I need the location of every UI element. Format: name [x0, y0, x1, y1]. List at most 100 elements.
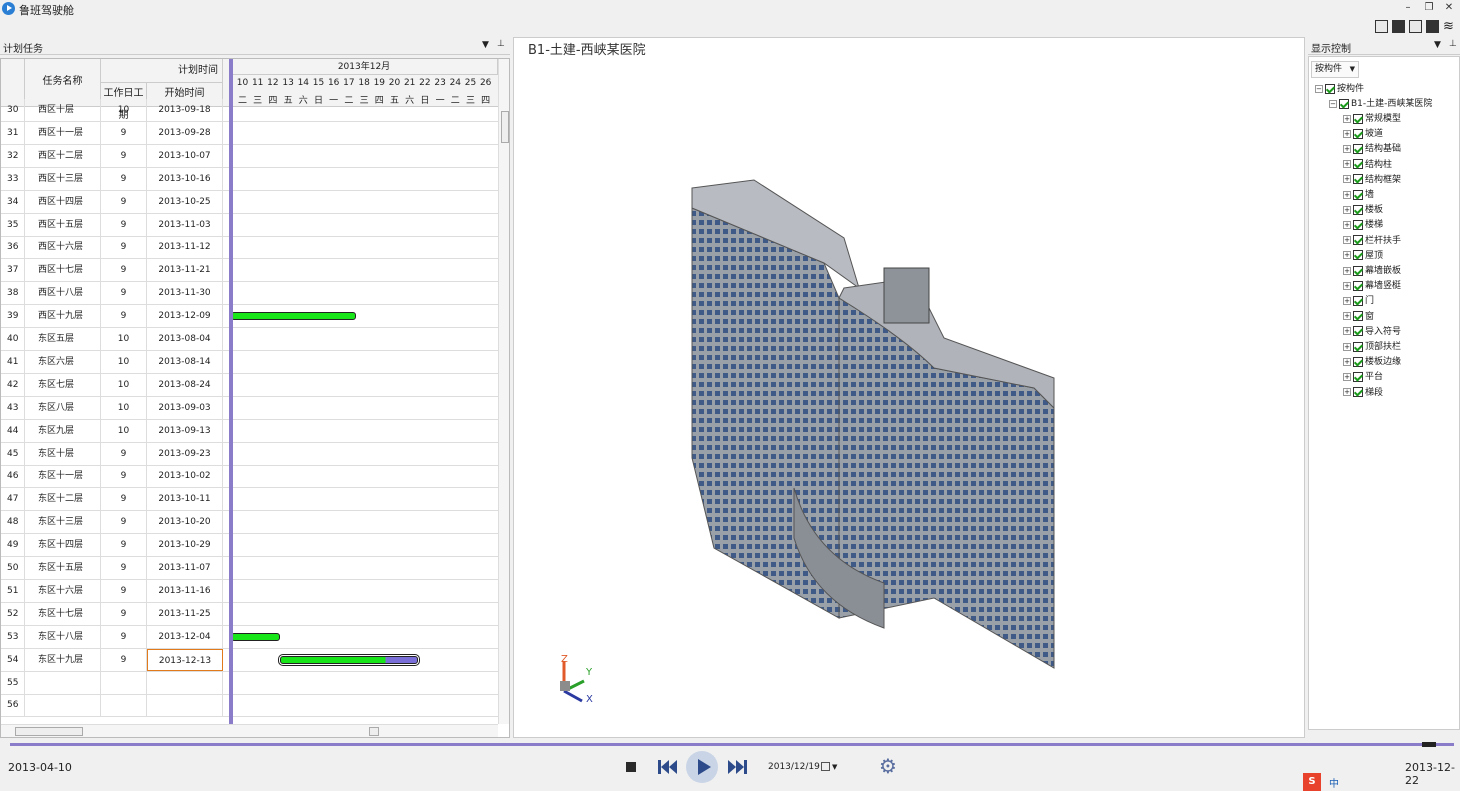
- checkbox[interactable]: [1353, 326, 1363, 337]
- checkbox[interactable]: [1353, 295, 1363, 306]
- expand-icon[interactable]: +: [1343, 388, 1351, 397]
- tree-item[interactable]: + 屋顶: [1343, 249, 1383, 263]
- task-name-cell[interactable]: 东区十八层: [25, 625, 101, 648]
- checkbox[interactable]: [1339, 98, 1349, 109]
- dropdown-icon[interactable]: ▼: [482, 40, 489, 50]
- task-name-cell[interactable]: 西区十五层: [25, 213, 101, 236]
- window-icon[interactable]: [1409, 20, 1422, 33]
- expand-icon[interactable]: +: [1343, 281, 1351, 290]
- start-time-cell[interactable]: 2013-11-21: [147, 259, 223, 282]
- ime-language[interactable]: 中: [1329, 775, 1339, 790]
- start-time-cell[interactable]: 2013-09-18: [147, 99, 223, 121]
- start-time-cell[interactable]: 2013-10-25: [147, 190, 223, 213]
- expand-icon[interactable]: +: [1343, 114, 1351, 123]
- tree-item[interactable]: + 门: [1343, 294, 1374, 308]
- pin-icon[interactable]: ⊥: [497, 39, 505, 49]
- start-time-cell[interactable]: 2013-10-16: [147, 167, 223, 190]
- start-time-cell[interactable]: [147, 694, 223, 717]
- task-name-cell[interactable]: 西区十九层: [25, 305, 101, 328]
- work-days-cell[interactable]: 9: [101, 213, 147, 236]
- expand-icon[interactable]: +: [1343, 175, 1351, 184]
- start-time-cell[interactable]: 2013-11-07: [147, 557, 223, 579]
- model-view[interactable]: B1-土建-西峡某医院 Z Y X: [513, 37, 1305, 738]
- timeline-slider[interactable]: [10, 742, 1454, 747]
- expand-icon[interactable]: +: [1343, 312, 1351, 321]
- table-row[interactable]: 56: [1, 694, 498, 718]
- start-time-cell[interactable]: 2013-12-09: [147, 305, 223, 328]
- gantt-scroll-thumb[interactable]: [369, 727, 379, 736]
- tree-project[interactable]: − B1-土建-西峡某医院: [1329, 97, 1432, 111]
- checkbox[interactable]: [1353, 280, 1363, 291]
- horizontal-scrollbar[interactable]: [1, 724, 498, 737]
- start-time-cell[interactable]: 2013-12-04: [147, 625, 223, 648]
- checkbox[interactable]: [1353, 341, 1363, 352]
- tree-item[interactable]: + 结构基础: [1343, 142, 1401, 156]
- start-time-cell[interactable]: [147, 671, 223, 694]
- task-name-cell[interactable]: 东区十七层: [25, 602, 101, 625]
- table-row[interactable]: 44 东区九层 10 2013-09-13: [1, 419, 498, 443]
- pin-icon[interactable]: ⊥: [1449, 39, 1457, 49]
- task-name-cell[interactable]: 西区十七层: [25, 259, 101, 282]
- start-time-cell[interactable]: 2013-10-11: [147, 488, 223, 511]
- table-row[interactable]: 53 东区十八层 9 2013-12-04: [1, 625, 498, 649]
- current-date-field[interactable]: 2013/12/19 ▼: [766, 759, 840, 775]
- expand-icon[interactable]: +: [1343, 129, 1351, 138]
- task-name-cell[interactable]: 东区十二层: [25, 488, 101, 511]
- tree-item[interactable]: + 常规模型: [1343, 112, 1401, 126]
- start-time-cell[interactable]: 2013-10-29: [147, 534, 223, 557]
- calendar-icon[interactable]: [821, 762, 830, 771]
- expand-icon[interactable]: +: [1343, 220, 1351, 229]
- task-name-cell[interactable]: [25, 671, 101, 694]
- table-row[interactable]: 33 西区十三层 9 2013-10-16: [1, 167, 498, 191]
- table-row[interactable]: 36 西区十六层 9 2013-11-12: [1, 236, 498, 260]
- start-time-cell[interactable]: 2013-10-02: [147, 465, 223, 488]
- expand-icon[interactable]: +: [1343, 190, 1351, 199]
- restore-button[interactable]: ❐: [1422, 2, 1436, 14]
- work-days-cell[interactable]: 9: [101, 121, 147, 144]
- work-days-cell[interactable]: [101, 694, 147, 717]
- expand-icon[interactable]: +: [1343, 144, 1351, 153]
- tree-item[interactable]: + 窗: [1343, 310, 1374, 324]
- task-name-cell[interactable]: [25, 694, 101, 717]
- chevron-down-icon[interactable]: ▼: [832, 759, 837, 775]
- filter-select[interactable]: 按构件 ▼: [1311, 61, 1359, 78]
- work-days-cell[interactable]: 9: [101, 579, 147, 602]
- gantt-task-bar[interactable]: [231, 312, 356, 321]
- tree-item[interactable]: + 结构柱: [1343, 158, 1392, 172]
- table-row[interactable]: 35 西区十五层 9 2013-11-03: [1, 213, 498, 237]
- table-row[interactable]: 48 东区十三层 9 2013-10-20: [1, 511, 498, 535]
- work-days-cell[interactable]: 9: [101, 236, 147, 259]
- expand-icon[interactable]: +: [1343, 372, 1351, 381]
- work-days-cell[interactable]: 9: [101, 602, 147, 625]
- checkbox[interactable]: [1353, 235, 1363, 246]
- checkbox[interactable]: [1353, 371, 1363, 382]
- work-days-cell[interactable]: 10: [101, 373, 147, 396]
- sogou-icon[interactable]: S: [1303, 773, 1321, 791]
- table-row[interactable]: 54 东区十九层 9 2013-12-13: [1, 648, 498, 672]
- start-time-cell[interactable]: 2013-10-07: [147, 144, 223, 167]
- table-row[interactable]: 34 西区十四层 9 2013-10-25: [1, 190, 498, 214]
- stop-button[interactable]: [626, 762, 636, 772]
- task-name-cell[interactable]: 东区六层: [25, 350, 101, 373]
- expand-icon[interactable]: +: [1343, 327, 1351, 336]
- previous-button[interactable]: [657, 759, 679, 775]
- expand-icon[interactable]: +: [1343, 357, 1351, 366]
- dropdown-icon[interactable]: ▼: [1434, 40, 1441, 50]
- work-days-cell[interactable]: 9: [101, 557, 147, 579]
- tree-root[interactable]: − 按构件: [1315, 82, 1364, 96]
- table-row[interactable]: 55: [1, 671, 498, 695]
- tree-item[interactable]: + 幕墙嵌板: [1343, 264, 1401, 278]
- vertical-scrollbar[interactable]: [498, 59, 509, 724]
- minimize-button[interactable]: –: [1401, 2, 1415, 14]
- work-days-cell[interactable]: 10: [101, 419, 147, 442]
- table-row[interactable]: 47 东区十二层 9 2013-10-11: [1, 488, 498, 512]
- tree-item[interactable]: + 楼板边缘: [1343, 355, 1401, 369]
- collapse-icon[interactable]: −: [1329, 99, 1337, 108]
- expand-icon[interactable]: +: [1343, 342, 1351, 351]
- checkbox[interactable]: [1353, 113, 1363, 124]
- start-time-cell[interactable]: 2013-11-30: [147, 282, 223, 305]
- expand-icon[interactable]: +: [1343, 236, 1351, 245]
- task-name-cell[interactable]: 西区十三层: [25, 167, 101, 190]
- table-row[interactable]: 30 西区十层 10 2013-09-18: [1, 99, 498, 122]
- work-days-cell[interactable]: 9: [101, 167, 147, 190]
